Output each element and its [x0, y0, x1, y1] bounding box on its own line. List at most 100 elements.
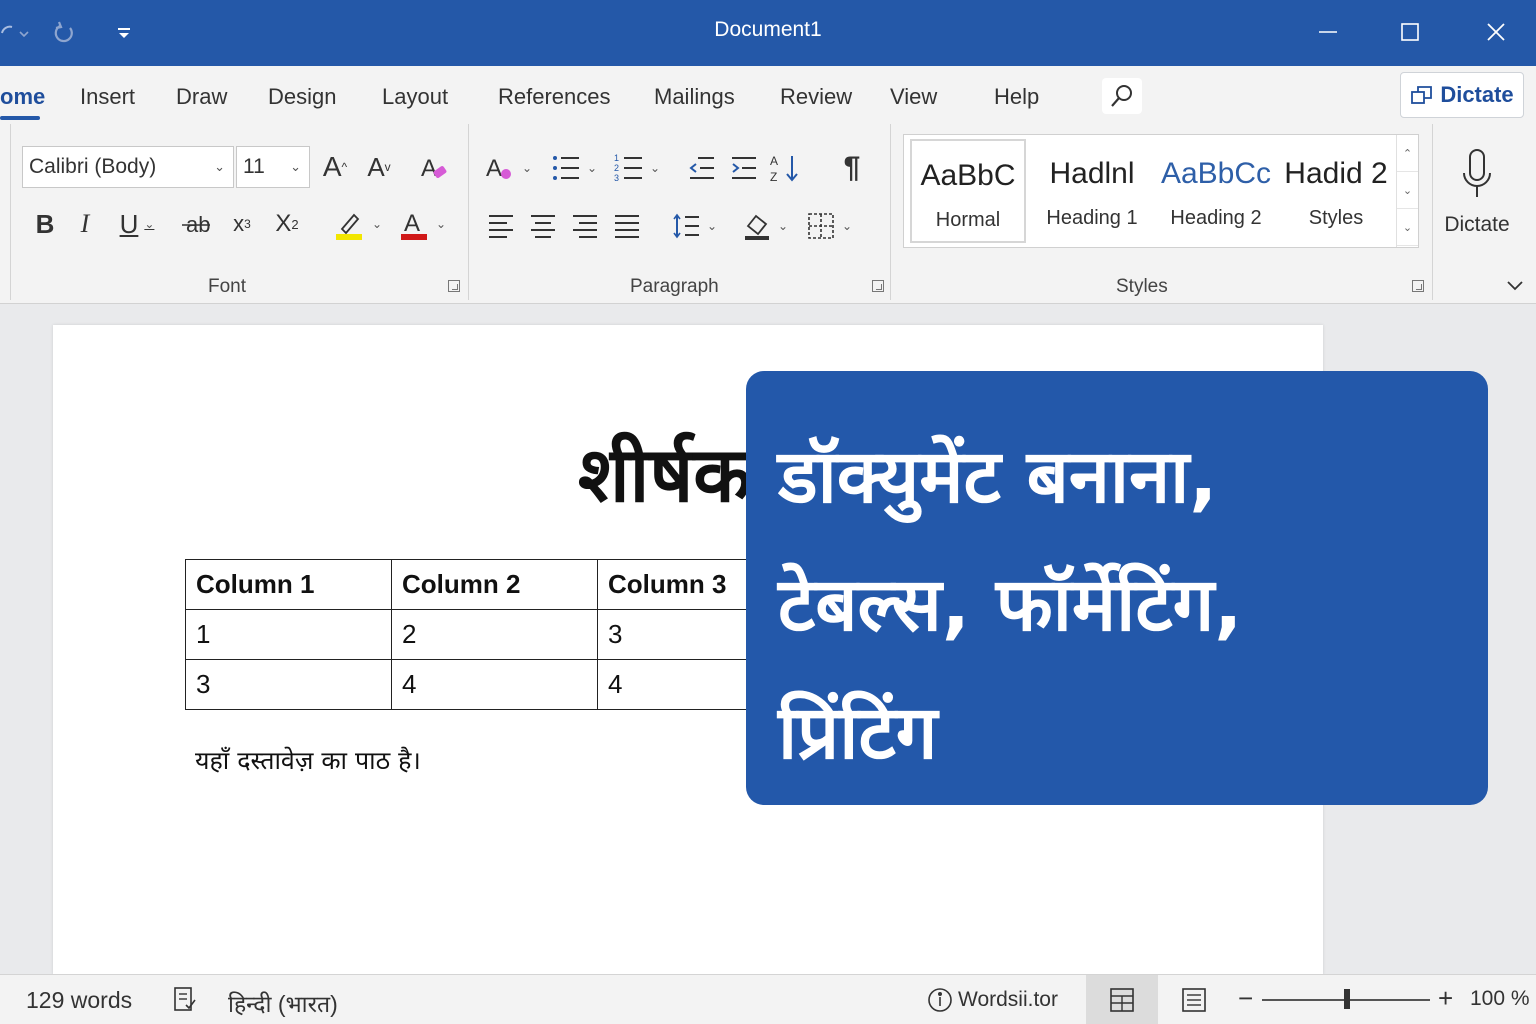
- tab-mailings[interactable]: Mailings: [654, 84, 735, 110]
- grow-font-button[interactable]: A ^: [318, 148, 352, 186]
- numbering-button[interactable]: 123 ⌄: [610, 148, 664, 188]
- zoom-slider-thumb[interactable]: [1344, 989, 1350, 1009]
- style-heading-2[interactable]: AaBbCc Heading 2: [1158, 139, 1274, 243]
- align-right-button[interactable]: [568, 206, 602, 246]
- accessibility-icon: [928, 988, 952, 1012]
- accessibility-indicator[interactable]: Wordsii.tor: [926, 985, 1058, 1015]
- style-heading-1[interactable]: Hadlnl Heading 1: [1034, 139, 1150, 243]
- style-name: Heading 1: [1046, 207, 1138, 229]
- highlight-color-button[interactable]: ⌄: [328, 204, 386, 244]
- font-size-select[interactable]: 11 ⌄: [236, 146, 310, 188]
- svg-text:1: 1: [614, 153, 619, 163]
- print-layout-button[interactable]: [1086, 975, 1158, 1024]
- font-color-button[interactable]: A ⌄: [394, 204, 450, 244]
- strikethrough-icon: ab: [182, 212, 210, 237]
- ribbon: Calibri (Body) ⌄ 11 ⌄ A ^ Av A B I U ⌄ ab …: [0, 124, 1536, 304]
- bullets-button[interactable]: ⌄: [548, 148, 600, 188]
- tab-home[interactable]: ome: [0, 84, 45, 110]
- minimize-button[interactable]: [1308, 14, 1348, 50]
- zoom-in-button[interactable]: +: [1438, 983, 1453, 1014]
- sort-button[interactable]: AZ: [768, 148, 802, 188]
- svg-text:3: 3: [614, 173, 619, 183]
- increase-indent-icon: [732, 157, 756, 179]
- shading-icon: [744, 214, 769, 240]
- tab-insert[interactable]: Insert: [80, 84, 135, 110]
- underline-button[interactable]: U ⌄: [110, 204, 164, 244]
- tab-help[interactable]: Help: [994, 84, 1039, 110]
- paragraph-dialog-launcher[interactable]: [872, 280, 884, 292]
- styles-group-label: Styles: [1116, 276, 1168, 297]
- maximize-button[interactable]: [1390, 14, 1430, 50]
- tab-layout[interactable]: Layout: [382, 84, 448, 110]
- justify-button[interactable]: [610, 206, 644, 246]
- text-effects-button[interactable]: A ⌄: [482, 148, 534, 188]
- borders-button[interactable]: ⌄: [802, 206, 856, 246]
- decrease-indent-button[interactable]: [686, 148, 718, 188]
- styles-dialog-launcher[interactable]: [1412, 280, 1424, 292]
- zoom-level[interactable]: 100 %: [1470, 987, 1530, 1011]
- title-bar: Document1: [0, 0, 1536, 66]
- language-indicator[interactable]: हिन्दी (भारत): [228, 987, 338, 1019]
- search-button[interactable]: [1102, 78, 1142, 114]
- proofing-icon[interactable]: [172, 985, 198, 1019]
- font-family-select[interactable]: Calibri (Body) ⌄: [22, 146, 234, 188]
- justify-icon: [615, 215, 639, 238]
- close-button[interactable]: [1476, 14, 1516, 50]
- font-dialog-launcher[interactable]: [448, 280, 460, 292]
- dictate-top-button[interactable]: Dictate: [1400, 72, 1524, 118]
- window-title: Document1: [714, 18, 822, 41]
- style-normal[interactable]: AaBbC Hormal: [910, 139, 1026, 243]
- show-hide-marks-button[interactable]: ¶: [832, 148, 872, 188]
- styles-gallery-scroll: ⌃ ⌄ ⌄: [1396, 135, 1418, 247]
- svg-text:A: A: [486, 155, 502, 182]
- align-center-button[interactable]: [526, 206, 560, 246]
- document-title: शीर्षक: [578, 430, 752, 519]
- increase-indent-button[interactable]: [728, 148, 760, 188]
- more-styles-icon[interactable]: ⌄: [1397, 209, 1418, 246]
- shading-button[interactable]: ⌄: [738, 206, 792, 246]
- tab-references[interactable]: References: [498, 84, 611, 110]
- style-heading-2-alt[interactable]: Hadid 2 Styles: [1278, 139, 1394, 243]
- document-table: Column 1 Column 2 Column 3 1 2 3 3 4 4: [185, 559, 804, 710]
- clear-formatting-button[interactable]: A: [414, 148, 452, 188]
- strikethrough-button[interactable]: ab: [178, 204, 214, 244]
- dictate-button[interactable]: Dictate: [1442, 142, 1512, 242]
- align-right-icon: [573, 215, 597, 238]
- align-left-icon: [489, 215, 513, 238]
- scroll-up-icon[interactable]: ⌃: [1397, 135, 1418, 172]
- tab-view[interactable]: View: [890, 84, 937, 110]
- style-name: Styles: [1308, 207, 1364, 229]
- styles-gallery: AaBbC Hormal Hadlnl Heading 1 AaBbCc Hea…: [903, 134, 1419, 248]
- align-left-button[interactable]: [484, 206, 518, 246]
- superscript-button[interactable]: X2: [270, 204, 304, 244]
- svg-text:A: A: [770, 154, 778, 168]
- numbered-list-icon: 123: [614, 153, 642, 183]
- zoom-out-button[interactable]: −: [1238, 983, 1253, 1014]
- highlighter-icon: [335, 213, 362, 240]
- topic-banner: डॉक्युमेंट बनाना, टेबल्स, फॉर्मेटिंग, प्…: [746, 371, 1488, 805]
- line-spacing-button[interactable]: ⌄: [668, 206, 722, 246]
- italic-button[interactable]: I: [70, 204, 100, 244]
- style-name: Heading 2: [1170, 207, 1262, 229]
- decrease-indent-icon: [689, 157, 714, 179]
- tab-design[interactable]: Design: [268, 84, 336, 110]
- font-color-icon: A: [400, 210, 427, 240]
- web-layout-icon: [1182, 987, 1206, 1012]
- bold-button[interactable]: B: [30, 204, 60, 244]
- style-preview: Hadid 2: [1284, 157, 1388, 190]
- line-spacing-icon: [673, 213, 699, 239]
- scroll-down-icon[interactable]: ⌄: [1397, 172, 1418, 209]
- chevron-down-icon: ⌄: [290, 159, 301, 174]
- font-family-value: Calibri (Body): [29, 155, 157, 178]
- shrink-font-button[interactable]: Av: [362, 148, 396, 186]
- web-layout-button[interactable]: [1158, 975, 1230, 1024]
- style-preview: AaBbC: [920, 159, 1016, 192]
- style-name: Hormal: [935, 209, 1001, 231]
- tab-review[interactable]: Review: [780, 84, 852, 110]
- table-cell: 2: [391, 609, 598, 660]
- subscript-button[interactable]: x3: [226, 204, 258, 244]
- tab-draw[interactable]: Draw: [176, 84, 227, 110]
- banner-line: प्रिंटिंग: [778, 690, 938, 776]
- word-count[interactable]: 129 words: [26, 987, 132, 1014]
- collapse-ribbon-button[interactable]: [1502, 274, 1528, 298]
